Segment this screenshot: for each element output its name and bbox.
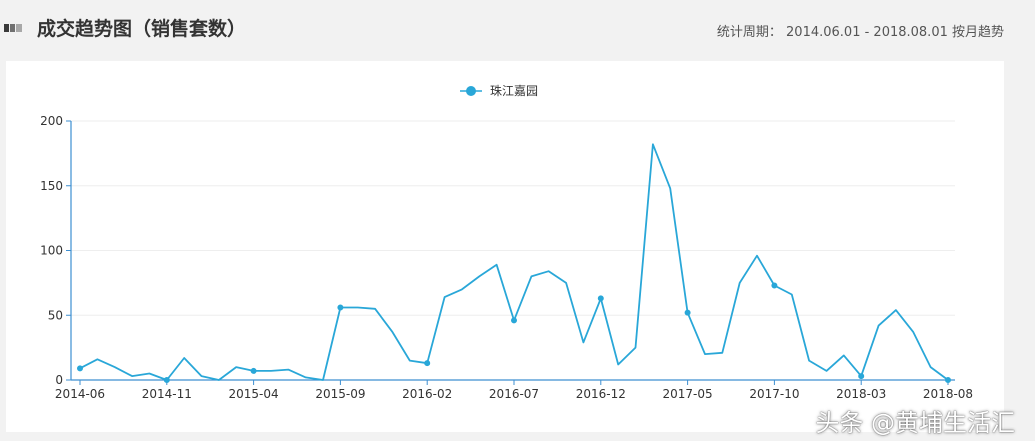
x-tick-label: 2017-05 [663, 387, 713, 401]
x-tick-label: 2014-06 [55, 387, 105, 401]
data-point [511, 317, 517, 324]
x-tick-label: 2016-02 [402, 387, 452, 401]
x-tick-label: 2014-11 [142, 387, 192, 401]
x-tick-label: 2015-04 [229, 387, 279, 401]
watermark-text: 头条 @黄埔生活汇 [815, 409, 1015, 437]
data-point [771, 282, 778, 289]
y-tick-label: 0 [55, 373, 63, 387]
series-line-珠江嘉园 [79, 143, 949, 381]
y-tick-label: 100 [40, 244, 63, 258]
data-point [77, 365, 83, 372]
data-point [945, 377, 951, 383]
data-point [424, 360, 431, 367]
legend-marker-icon [466, 86, 476, 96]
y-tick-label: 50 [48, 308, 63, 322]
data-point [858, 373, 865, 380]
data-point [337, 304, 344, 311]
data-point [163, 377, 170, 383]
x-tick-label: 2018-08 [923, 387, 973, 401]
legend: 珠江嘉园 [460, 84, 538, 98]
data-point [250, 367, 257, 374]
data-point [684, 309, 691, 316]
y-tick-label: 150 [40, 179, 63, 193]
x-tick-label: 2016-07 [489, 387, 539, 401]
x-tick-label: 2017-10 [749, 387, 799, 401]
data-point [597, 295, 604, 302]
y-tick-label: 200 [40, 114, 63, 128]
x-tick-label: 2018-03 [836, 387, 886, 401]
line-chart: 0 50 100 150 200 2014-06 2014-11 2015-04 2015-09… [40, 84, 973, 401]
axes: 0 50 100 150 200 2014-06 2014-11 2015-04 2015-09… [40, 114, 973, 401]
x-tick-label: 2016-12 [576, 387, 626, 401]
x-tick-label: 2015-09 [315, 387, 365, 401]
grid-lines [71, 120, 955, 316]
legend-label: 珠江嘉园 [490, 84, 538, 98]
series-layer [77, 143, 951, 383]
